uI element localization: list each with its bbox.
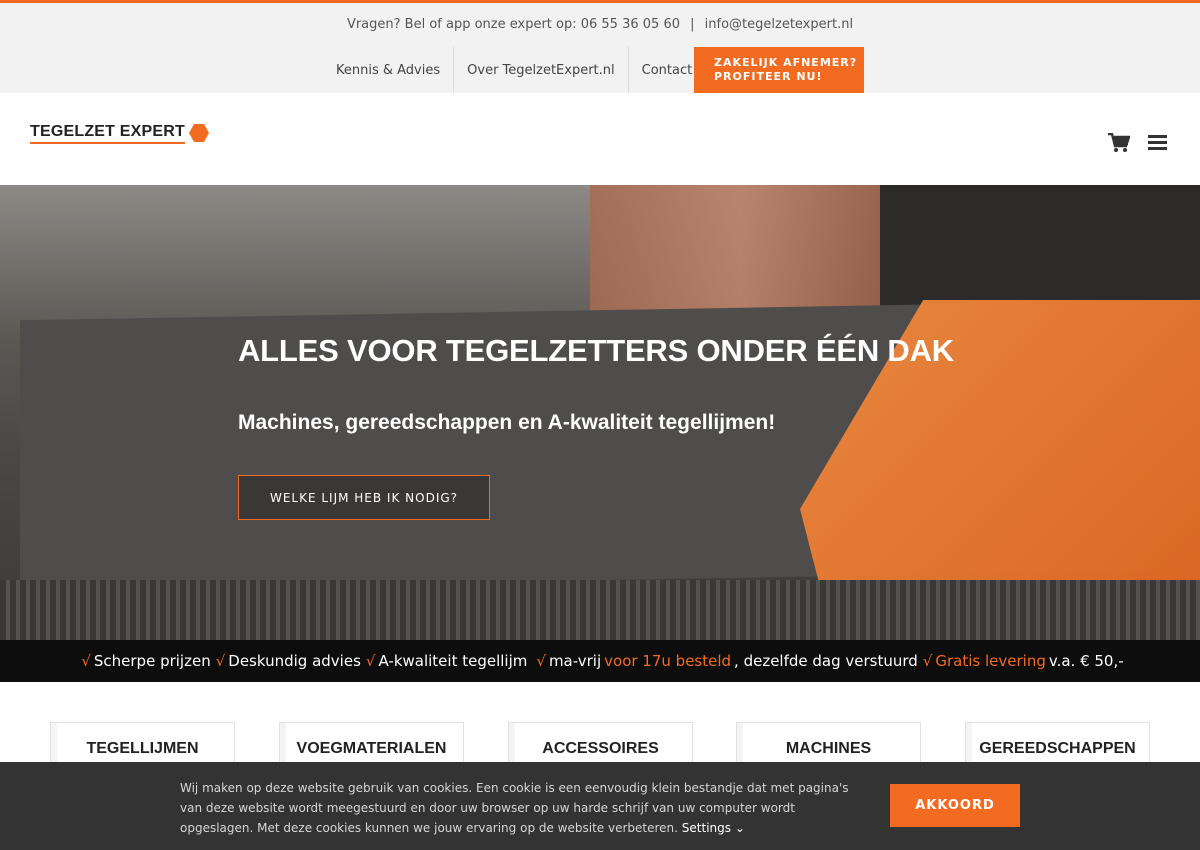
usp-bar: √ Scherpe prijzen √ Deskundig advies √ A-kw… [0,640,1200,682]
cookie-settings-label: Settings [681,821,732,835]
cookie-banner: Wij maken op deze website gebruik van co… [0,762,1200,850]
shopping-cart-icon[interactable] [1108,132,1131,153]
hamburger-menu-icon[interactable] [1148,135,1167,151]
category-label: VOEGMATERIALEN [296,740,447,757]
usp-highlight: voor 17u besteld [604,652,732,670]
cookie-message: Wij maken op deze website gebruik van co… [180,781,849,835]
category-label: GEREEDSCHAPPEN [979,740,1136,757]
business-cta-button[interactable]: ZAKELIJK AFNEMER? PROFITEER NU! [694,47,864,93]
usp-item: A-kwaliteit tegellijm [378,652,528,670]
usp-item: Scherpe prijzen [93,652,211,670]
hero-adhesive-texture [0,580,1200,640]
category-label: TEGELLIJMEN [86,740,199,757]
cookie-text: Wij maken op deze website gebruik van co… [180,778,870,838]
business-cta-line2: PROFITEER NU! [714,70,823,83]
top-bar: Vragen? Bel of app onze expert op: 06 55… [0,3,1200,93]
check-icon: √ [365,652,376,670]
nav-over-tegelzetexpert[interactable]: Over TegelzetExpert.nl [454,47,629,93]
site-logo[interactable]: TEGELZET EXPERT [30,121,210,145]
cookie-settings-link[interactable]: Settings ⌄ [682,821,745,835]
usp-item: Deskundig advies [228,652,361,670]
contact-separator: | [690,17,695,32]
logo-text: TEGELZET EXPERT [30,123,186,144]
contact-line: Vragen? Bel of app onze expert op: 06 55… [0,17,1200,32]
chevron-down-icon: ⌄ [734,821,745,835]
business-cta-line1: ZAKELIJK AFNEMER? [714,56,858,69]
check-icon: √ [215,652,226,670]
usp-highlight: Gratis levering [935,652,1046,670]
hero-subtitle: Machines, gereedschappen en A-kwaliteit … [238,411,776,434]
usp-item: , dezelfde dag verstuurd [734,652,918,670]
category-label: MACHINES [785,740,872,757]
check-icon: √ [81,652,91,670]
hero-title: ALLES VOOR TEGELZETTERS ONDER ÉÉN DAK [238,333,954,368]
check-icon: √ [922,652,933,670]
hero-brick-wall [590,185,890,325]
top-navigation: Kennis & Advies Over TegelzetExpert.nl C… [323,47,705,93]
contact-phone-text[interactable]: Vragen? Bel of app onze expert op: 06 55… [347,17,680,32]
cookie-accept-button[interactable]: AKKOORD [890,784,1020,827]
hero-banner: ALLES VOOR TEGELZETTERS ONDER ÉÉN DAK Ma… [0,185,1200,640]
which-adhesive-button[interactable]: WELKE LIJM HEB IK NODIG? [238,475,490,520]
site-header: TEGELZET EXPERT [0,93,1200,185]
usp-item: ma-vrij [548,652,602,670]
hexagon-logo-icon [189,124,210,142]
check-icon: √ [536,652,546,670]
nav-kennis-advies[interactable]: Kennis & Advies [323,47,455,93]
usp-item: v.a. € 50,- [1048,652,1124,670]
contact-email-link[interactable]: info@tegelzetexpert.nl [705,17,853,32]
category-label: ACCESSOIRES [542,740,659,757]
